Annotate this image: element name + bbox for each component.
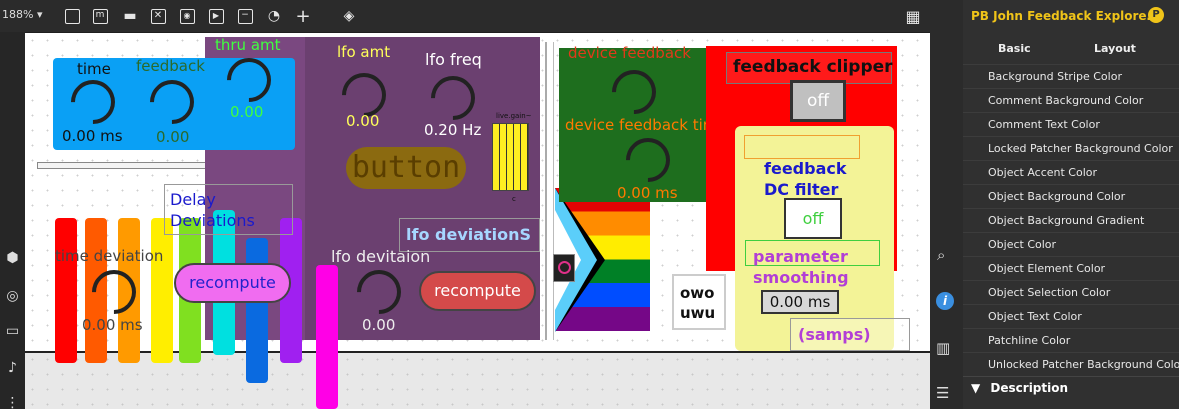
music-note-icon[interactable]: ♪: [0, 360, 25, 376]
feedback-label: feedback: [136, 57, 205, 75]
message-icon[interactable]: m: [90, 6, 110, 26]
lfo-devitaion-value: 0.00: [362, 316, 396, 334]
recompute-button[interactable]: recompute: [174, 263, 291, 303]
inspector-row[interactable]: Object Element Color: [963, 256, 1179, 280]
search-icon[interactable]: ⌕: [937, 246, 945, 264]
inspector-row[interactable]: Unlocked Patcher Background Color: [963, 352, 1179, 376]
bang-icon: [558, 261, 571, 274]
help-icon[interactable]: P: [1148, 7, 1164, 23]
thru-amt-label: thru amt: [215, 36, 281, 54]
grid-icon[interactable]: ▦: [903, 6, 923, 26]
color-bar: [246, 238, 268, 383]
lfo-freq-value: 0.20 Hz: [424, 121, 482, 139]
disclosure-triangle-icon: ▼: [971, 381, 981, 395]
live-gain-meter[interactable]: [492, 123, 529, 191]
dial-icon[interactable]: ◔: [264, 6, 284, 26]
inspector-row[interactable]: Comment Text Color: [963, 112, 1179, 136]
device-feedback-label: device feedback: [568, 44, 691, 62]
divider-line: [553, 42, 554, 340]
gain-label: live.gain~: [496, 112, 532, 120]
filter-title-box: [744, 135, 860, 159]
inspector-row[interactable]: Object Text Color: [963, 304, 1179, 328]
feedback-clipper-label: feedback clipper: [733, 57, 893, 77]
color-bar: [151, 218, 173, 363]
play-icon[interactable]: ▶: [206, 6, 226, 26]
lfo-amt-value: 0.00: [346, 112, 380, 130]
button[interactable]: button: [346, 147, 466, 189]
slider-icon[interactable]: −: [235, 6, 255, 26]
tab-basic[interactable]: Basic: [998, 42, 1031, 55]
toolbar: 188% ▾ m ▬ ✕ ◉ ▶ − ◔ + ◈ ▦: [0, 0, 963, 32]
info-icon[interactable]: i: [936, 292, 954, 310]
inspector-row[interactable]: Object Background Color: [963, 184, 1179, 208]
description-label: Description: [990, 381, 1069, 395]
time-deviation-label: time deviation: [55, 247, 164, 265]
inspector-row[interactable]: Object Accent Color: [963, 160, 1179, 184]
book-icon[interactable]: ▥: [936, 339, 950, 357]
zoom-menu[interactable]: 188% ▾: [2, 8, 42, 21]
lfo-deviations-label: lfo deviationS: [406, 225, 532, 244]
device-feedback-time-value: 0.00 ms: [617, 184, 678, 202]
samps-label: (samps): [798, 325, 871, 344]
left-sidebar: ⬢ ◎ ▭ ♪ ⋮: [0, 32, 25, 409]
color-bar: [55, 218, 77, 363]
inspector-title: PB John Feedback Explore…: [971, 9, 1159, 23]
color-bar: [316, 265, 338, 409]
paint-bucket-icon[interactable]: ◈: [339, 6, 359, 26]
thru-value: 0.00: [230, 103, 264, 121]
clipper-toggle[interactable]: off: [790, 80, 846, 122]
delay-deviations-label: Delay Deviations: [170, 190, 255, 230]
inspector-row[interactable]: Patchline Color: [963, 328, 1179, 352]
inspector-row[interactable]: Background Stripe Color: [963, 64, 1179, 88]
lfo-devitaion-label: lfo devitaion: [331, 247, 431, 266]
device-feedback-time-label: device feedback time: [565, 116, 727, 134]
comment-icon[interactable]: ▬: [120, 6, 140, 26]
lfo-freq-label: lfo freq: [425, 50, 482, 69]
time-deviation-value: 0.00 ms: [82, 316, 143, 334]
inspector-list: Background Stripe Color Comment Backgroun…: [963, 64, 1179, 376]
recompute-button-2[interactable]: recompute: [419, 271, 536, 311]
package-icon[interactable]: ⬢: [0, 250, 25, 266]
parameter-smoothing-label: parameter smoothing: [753, 247, 849, 287]
tool-strip: ⌕ i ▥ ☰: [930, 32, 963, 409]
dc-filter-toggle[interactable]: off: [784, 198, 842, 239]
smoothing-number[interactable]: 0.00 ms: [761, 290, 839, 314]
number-icon[interactable]: ◉: [177, 6, 197, 26]
inspector-row[interactable]: Object Selection Color: [963, 280, 1179, 304]
dc-filter-label: feedback DC filter: [764, 159, 847, 199]
inspector-row[interactable]: Comment Background Color: [963, 88, 1179, 112]
inspector-row[interactable]: Object Background Gradient: [963, 208, 1179, 232]
toggle-icon[interactable]: ✕: [148, 6, 168, 26]
feedback-value: 0.00: [156, 128, 190, 146]
uwu-text: uwu: [680, 304, 716, 322]
presentation-icon[interactable]: [62, 6, 82, 26]
inspector-row[interactable]: Locked Patcher Background Color: [963, 136, 1179, 160]
list-icon[interactable]: ☰: [936, 384, 949, 402]
sliders-icon[interactable]: ⋮: [0, 395, 25, 409]
gain-c: c: [512, 195, 516, 203]
description-section[interactable]: ▼ Description: [963, 376, 1179, 398]
target-icon[interactable]: ◎: [0, 288, 25, 304]
add-icon[interactable]: +: [293, 6, 313, 27]
bang-object[interactable]: [553, 254, 575, 282]
film-icon[interactable]: ▭: [0, 323, 25, 339]
owo-text: owo: [680, 284, 715, 302]
inspector-panel: PB John Feedback Explore… P Basic Layout…: [963, 0, 1179, 409]
inspector-row[interactable]: Object Color: [963, 232, 1179, 256]
lfo-amt-label: lfo amt: [337, 43, 391, 61]
time-label: time: [77, 60, 111, 78]
divider-line: [545, 42, 547, 340]
time-value: 0.00 ms: [62, 127, 123, 145]
tab-layout[interactable]: Layout: [1094, 42, 1136, 55]
